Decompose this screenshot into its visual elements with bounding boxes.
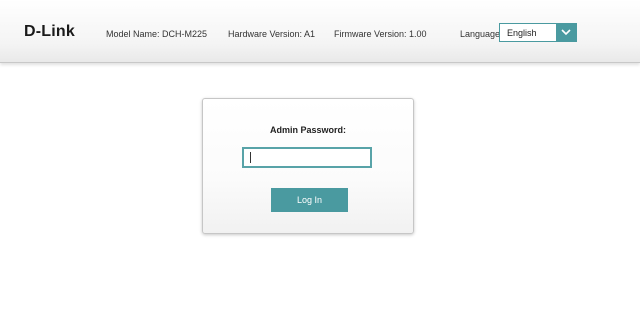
- text-caret: [250, 152, 251, 163]
- dlink-logo: D-Link: [24, 23, 75, 40]
- language-selected-value: English: [507, 28, 537, 38]
- language-label: Language:: [460, 29, 503, 39]
- login-panel: Admin Password: Log In: [202, 98, 414, 234]
- model-name: Model Name: DCH-M225: [106, 29, 208, 39]
- firmware-version: Firmware Version: 1.00: [334, 29, 427, 39]
- hardware-version: Hardware Version: A1: [228, 29, 316, 39]
- admin-password-input[interactable]: [242, 147, 372, 168]
- top-header: D-Link Model Name: DCH-M225 Hardware Ver…: [0, 0, 640, 63]
- language-dropdown-button[interactable]: [556, 24, 576, 41]
- chevron-down-icon: [561, 29, 571, 36]
- login-button[interactable]: Log In: [271, 188, 348, 212]
- admin-password-label: Admin Password:: [269, 125, 346, 135]
- language-select[interactable]: English: [499, 23, 577, 42]
